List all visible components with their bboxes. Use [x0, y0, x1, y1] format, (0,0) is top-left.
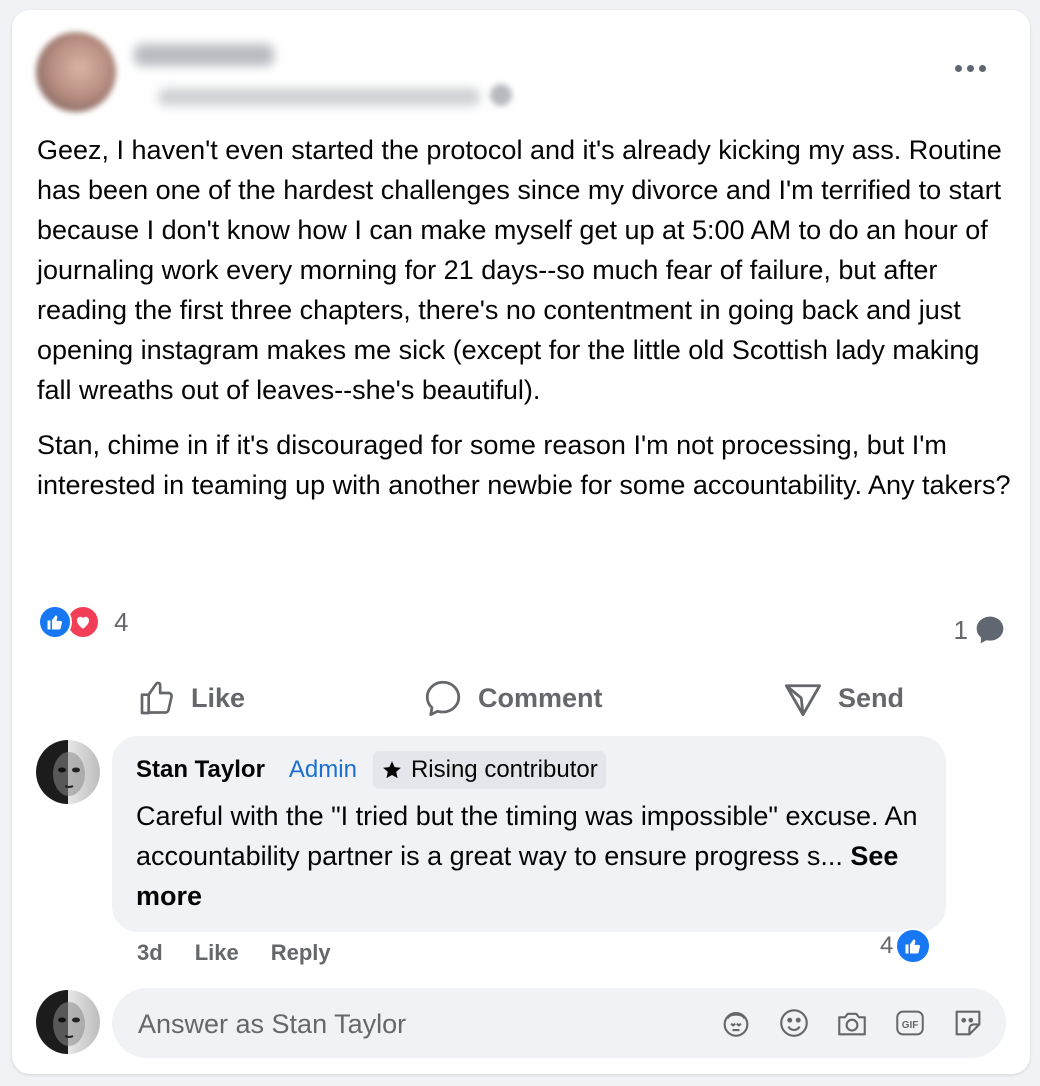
dot-icon — [978, 64, 986, 72]
like-button[interactable]: Like — [137, 666, 245, 730]
author-name-blurred[interactable] — [134, 44, 274, 66]
post-action-bar: Like Comment Send — [12, 666, 1030, 730]
commenter-avatar[interactable] — [36, 740, 100, 804]
comment-body: Careful with the "I tried but the timing… — [136, 801, 918, 871]
comment-bubble-icon — [976, 616, 1004, 644]
like-reaction-icon — [895, 928, 932, 964]
reply-input[interactable] — [136, 1000, 700, 1048]
send-button[interactable]: Send — [782, 666, 904, 730]
post-timestamp-blurred[interactable] — [158, 88, 480, 106]
comment-icon — [425, 680, 461, 717]
comment-label: Comment — [478, 682, 603, 713]
comment-button[interactable]: Comment — [422, 666, 603, 730]
comment-count[interactable]: 1 — [954, 614, 1006, 646]
commenter-name[interactable]: Stan Taylor — [136, 756, 265, 784]
rising-contributor-badge[interactable]: Rising contributor — [372, 751, 606, 789]
like-reaction-icon — [38, 605, 72, 639]
more-options-button[interactable] — [950, 56, 990, 80]
comment-like-count[interactable]: 4 — [880, 928, 932, 964]
post-card: Geez, I haven't even started the protoco… — [12, 10, 1030, 1074]
dot-icon — [966, 64, 974, 72]
comment-text: Careful with the "I tried but the timing… — [136, 796, 926, 916]
current-user-avatar[interactable] — [36, 990, 100, 1054]
send-label: Send — [838, 682, 905, 713]
composer-tools: GIF — [718, 1005, 986, 1041]
avatar-sticker-icon[interactable] — [718, 1005, 754, 1041]
sticker-icon[interactable] — [950, 1005, 986, 1041]
gif-icon[interactable]: GIF — [892, 1005, 928, 1041]
author-avatar[interactable] — [36, 32, 116, 112]
post-paragraph: Geez, I haven't even started the protoco… — [37, 135, 1002, 405]
reply-composer: GIF — [112, 988, 1006, 1058]
comment-count-number: 1 — [953, 614, 968, 645]
send-icon — [784, 684, 822, 717]
comment-header: Stan Taylor Admin Rising contributor — [136, 751, 606, 789]
like-label: Like — [191, 682, 246, 713]
comment-like-number: 4 — [880, 932, 894, 959]
reactions-summary[interactable]: 4 — [38, 604, 128, 640]
thumbs-up-icon — [140, 681, 173, 715]
comment-like-button[interactable]: Like — [195, 940, 239, 966]
comment-meta: 3d Like Reply — [137, 940, 331, 966]
post-body: Geez, I haven't even started the protoco… — [37, 130, 1012, 520]
comment-time[interactable]: 3d — [137, 940, 163, 966]
admin-badge[interactable]: Admin — [289, 756, 357, 784]
badge-label: Rising contributor — [410, 756, 598, 783]
emoji-icon[interactable] — [776, 1005, 812, 1041]
camera-icon[interactable] — [834, 1005, 870, 1041]
svg-text:GIF: GIF — [902, 1020, 919, 1031]
privacy-icon — [490, 84, 512, 106]
star-icon — [383, 761, 401, 779]
reaction-count: 4 — [114, 606, 129, 637]
comment-bubble: Stan Taylor Admin Rising contributor Car… — [112, 736, 946, 932]
post-paragraph: Stan, chime in if it's discouraged for s… — [37, 430, 1011, 500]
comment-reply-button[interactable]: Reply — [271, 940, 331, 966]
dot-icon — [954, 64, 962, 72]
